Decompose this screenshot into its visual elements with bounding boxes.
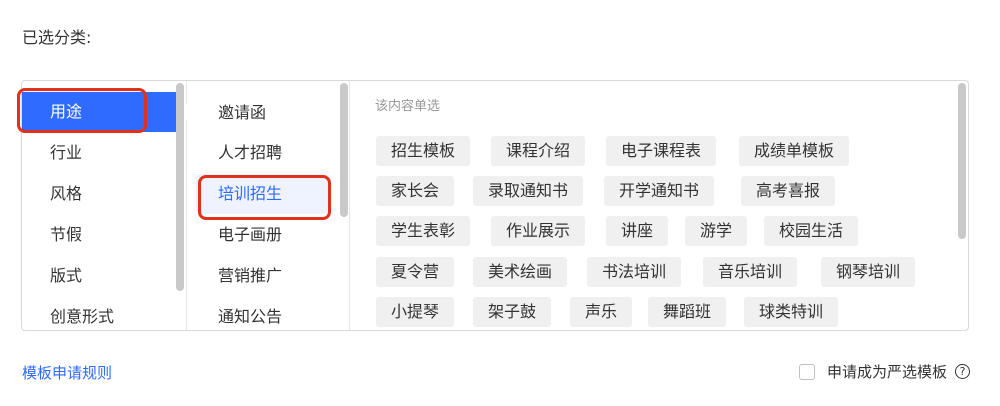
category-item-chuangyi[interactable]: 创意形式 xyxy=(22,297,177,330)
tag-item[interactable]: 舞蹈班 xyxy=(648,297,727,327)
tag-item[interactable]: 钢琴培训 xyxy=(821,257,916,287)
tag-item[interactable]: 学生表彰 xyxy=(376,216,471,246)
category-item-label: 行业 xyxy=(50,143,83,162)
tag-item[interactable]: 球类特训 xyxy=(744,297,839,327)
subcategory-item-label: 通知公告 xyxy=(218,307,283,326)
template-rules-link[interactable]: 模板申请规则 xyxy=(22,362,112,383)
help-icon[interactable]: ? xyxy=(955,364,970,379)
category-item-label: 风格 xyxy=(50,184,83,203)
apply-premium-template[interactable]: 申请成为严选模板 ? xyxy=(798,361,970,382)
tag-item[interactable]: 校园生活 xyxy=(764,216,859,246)
tag-item[interactable]: 书法培训 xyxy=(587,257,682,287)
tag-item[interactable]: 声乐 xyxy=(570,297,633,327)
subcategory-item-huace[interactable]: 电子画册 xyxy=(196,215,330,255)
tag-item[interactable]: 录取通知书 xyxy=(473,176,584,206)
tag-item[interactable]: 电子课程表 xyxy=(606,136,717,166)
annotation-highlight-primary xyxy=(17,88,147,133)
category-item-label: 节假 xyxy=(50,225,83,244)
category-picker: 用途 行业 风格 节假 版式 创意形式 邀请函 人才招聘 培训招生 电子画册 营… xyxy=(21,80,969,331)
subcategory-item-label: 邀请函 xyxy=(218,103,267,122)
tag-item[interactable]: 成绩单模板 xyxy=(739,136,850,166)
category-item-jiejia[interactable]: 节假 xyxy=(22,215,177,255)
tag-item[interactable]: 高考喜报 xyxy=(741,176,836,206)
tag-item[interactable]: 课程介绍 xyxy=(491,136,586,166)
category-item-hangye[interactable]: 行业 xyxy=(22,133,177,173)
tag-item[interactable]: 招生模板 xyxy=(376,136,471,166)
category-item-label: 版式 xyxy=(50,266,83,285)
subcategory-item-label: 人才招聘 xyxy=(218,143,283,162)
tag-item[interactable]: 架子鼓 xyxy=(473,297,552,327)
tag-item[interactable]: 开学通知书 xyxy=(604,176,715,206)
subcategory-item-yingxiao[interactable]: 营销推广 xyxy=(196,256,330,296)
annotation-highlight-secondary xyxy=(198,175,331,220)
apply-checkbox[interactable] xyxy=(798,363,815,380)
tag-item[interactable]: 美术绘画 xyxy=(473,257,568,287)
tag-item[interactable]: 作业展示 xyxy=(491,216,586,246)
subcategory-item-yaoqinghan[interactable]: 邀请函 xyxy=(196,93,330,133)
primary-column-scrollbar[interactable] xyxy=(176,83,184,291)
subcategory-item-label: 营销推广 xyxy=(218,266,283,285)
tag-item[interactable]: 夏令营 xyxy=(376,257,455,287)
tag-panel-scrollbar[interactable] xyxy=(958,83,966,239)
subcategory-item-label: 电子画册 xyxy=(218,225,283,244)
tag-item[interactable]: 家长会 xyxy=(376,176,455,206)
single-select-hint: 该内容单选 xyxy=(375,99,441,114)
tag-item[interactable]: 讲座 xyxy=(606,216,669,246)
apply-label: 申请成为严选模板 xyxy=(826,363,947,381)
subcategory-item-tongzhi[interactable]: 通知公告 xyxy=(196,297,330,330)
selected-categories-label: 已选分类: xyxy=(22,28,92,47)
tag-item[interactable]: 音乐培训 xyxy=(703,257,798,287)
category-item-label: 创意形式 xyxy=(50,307,115,326)
tag-item[interactable]: 小提琴 xyxy=(376,297,455,327)
secondary-column-scrollbar[interactable] xyxy=(340,83,348,217)
category-item-banshi[interactable]: 版式 xyxy=(22,256,177,296)
tag-panel: 该内容单选 招生模板 课程介绍 电子课程表 成绩单模板 家长会 录取通知书 开学… xyxy=(349,81,968,330)
tag-item[interactable]: 游学 xyxy=(685,216,748,246)
category-item-fengge[interactable]: 风格 xyxy=(22,174,177,214)
subcategory-item-rencai[interactable]: 人才招聘 xyxy=(196,133,330,173)
